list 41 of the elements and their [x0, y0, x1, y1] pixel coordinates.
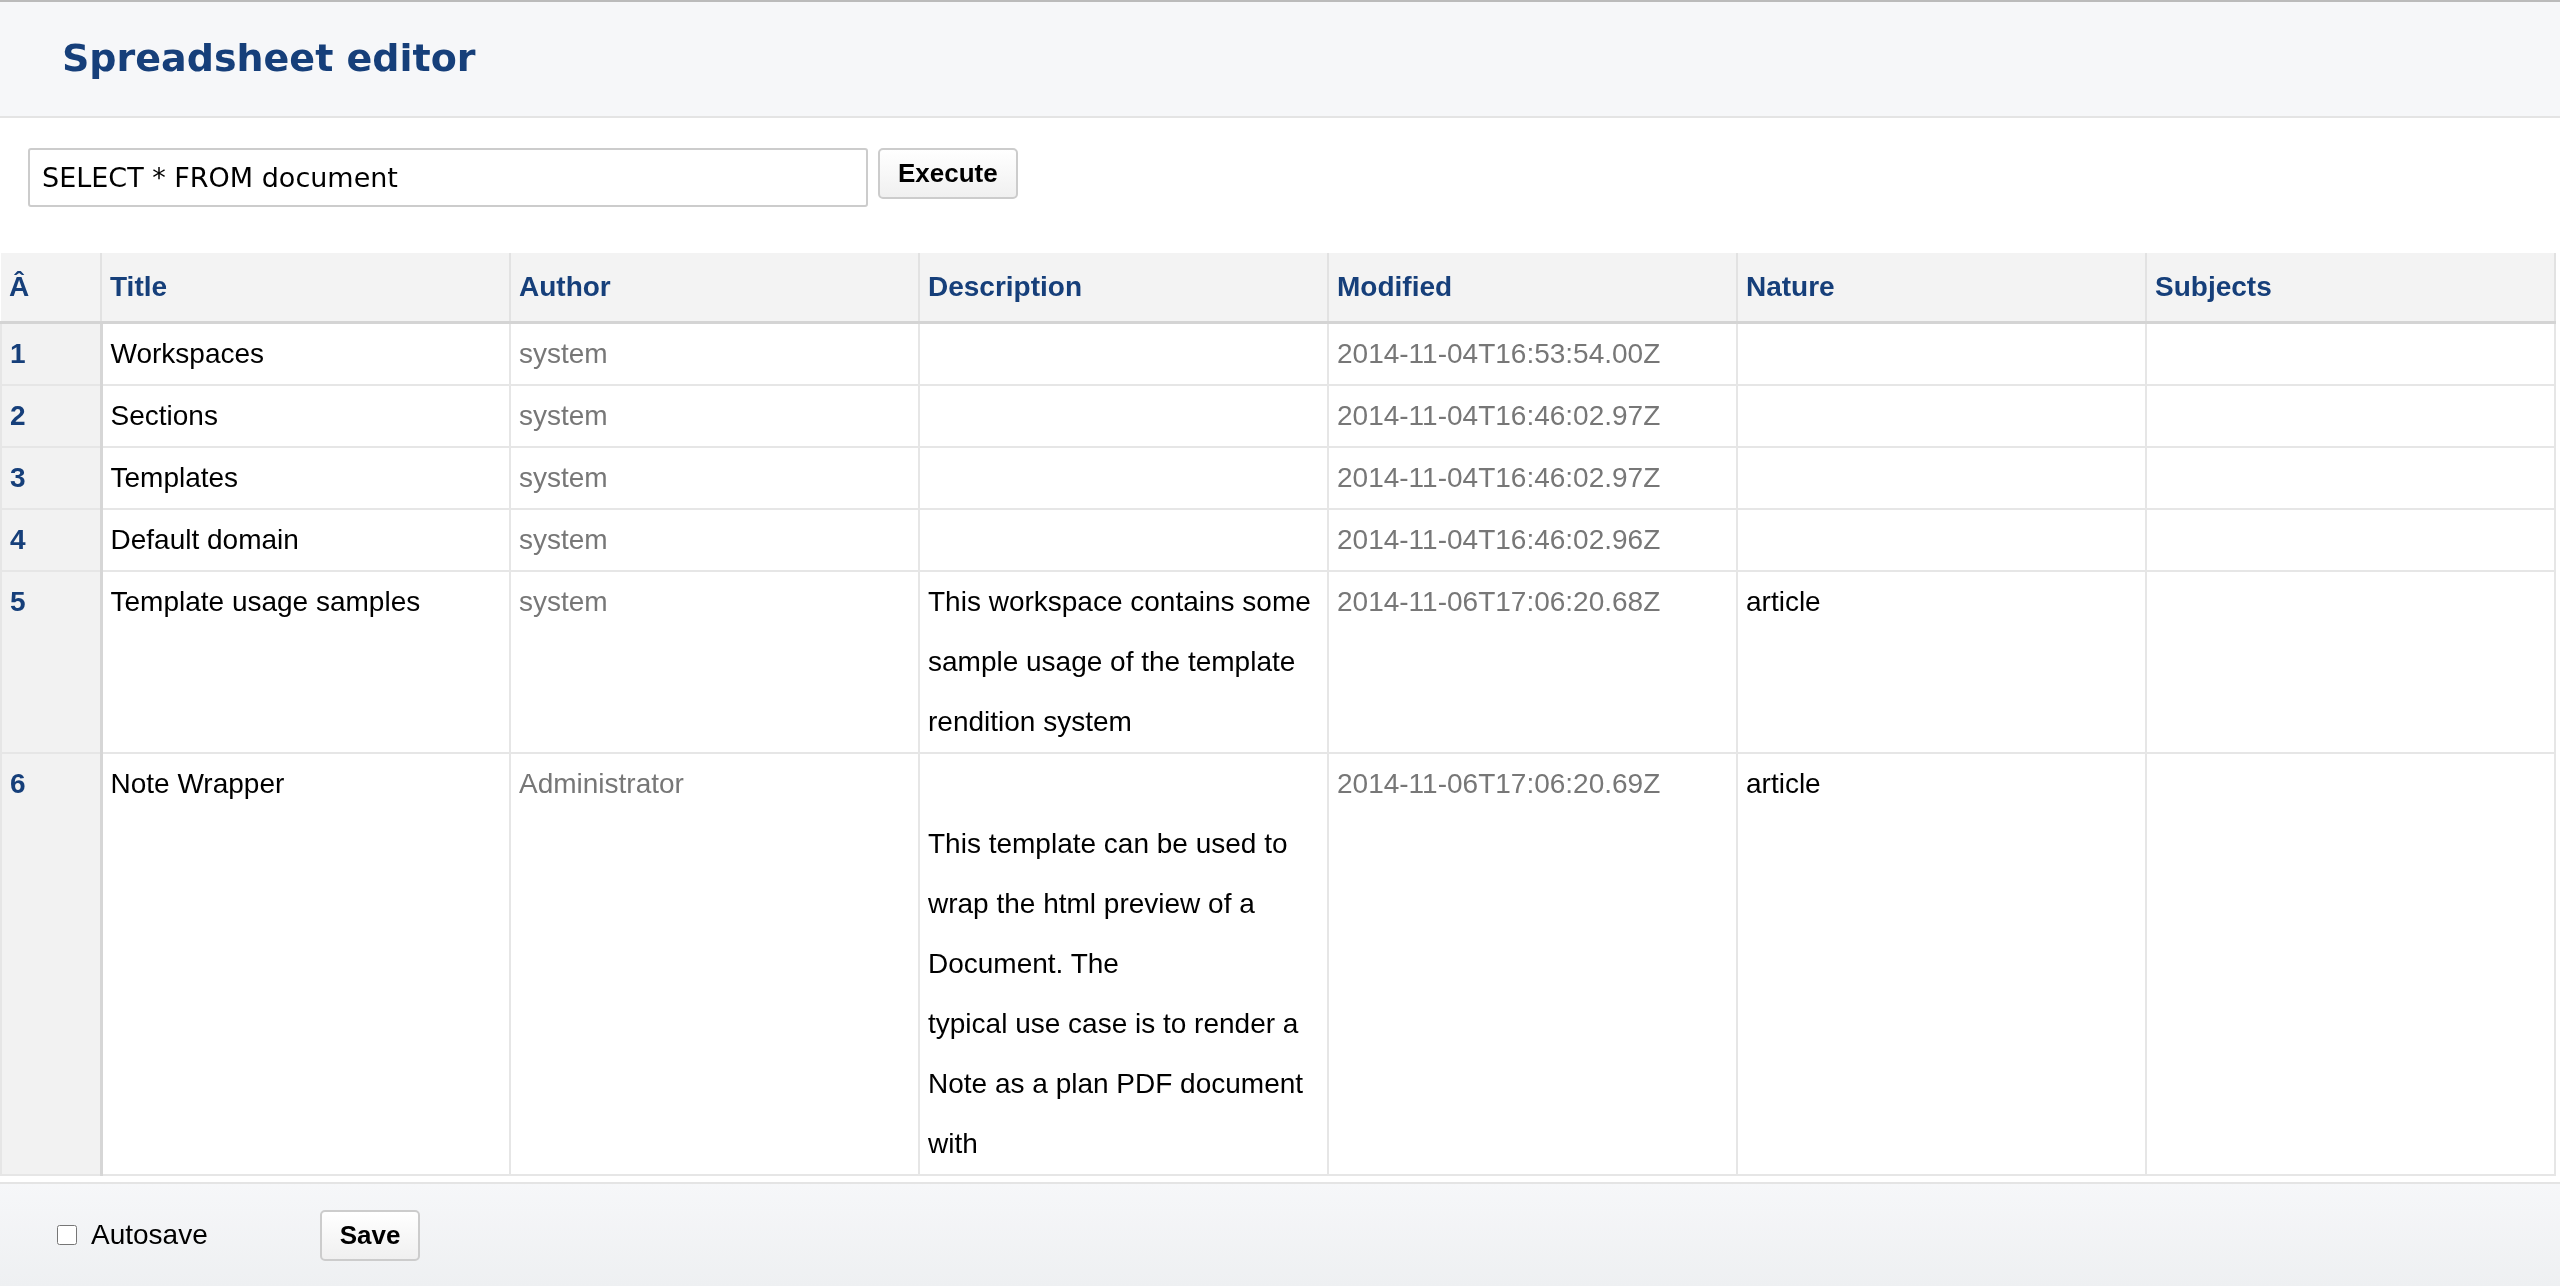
table-cell: system [510, 322, 919, 385]
column-header[interactable]: Author [510, 253, 919, 322]
page-title: Spreadsheet editor [62, 36, 476, 82]
column-header[interactable]: Title [101, 253, 510, 322]
table-cell: 2014-11-04T16:46:02.97Z [1328, 446, 1737, 509]
row-number: 2 [1, 384, 101, 447]
table-cell: Default domain [101, 508, 510, 571]
table-cell: 2014-11-06T17:06:20.69Z [1328, 752, 1737, 1175]
table-cell: This workspace contains some sample usage of the template rendition system [919, 570, 1328, 753]
autosave-checkbox[interactable] [57, 1225, 77, 1245]
table-cell: 2014-11-04T16:46:02.97Z [1328, 384, 1737, 447]
table-cell: system [510, 384, 919, 447]
row-number: 6 [1, 752, 101, 1175]
row-number: 3 [1, 446, 101, 509]
table-cell: Note Wrapper [101, 752, 510, 1175]
table-cell: 2014-11-06T17:06:20.68Z [1328, 570, 1737, 753]
table-cell: Administrator [510, 752, 919, 1175]
table-cell: Template usage samples [101, 570, 510, 753]
column-header[interactable]: Description [919, 253, 1328, 322]
row-number: 4 [1, 508, 101, 571]
autosave-label: Autosave [91, 1218, 208, 1252]
table-cell: 2014-11-04T16:46:02.96Z [1328, 508, 1737, 571]
table-cell: Templates [101, 446, 510, 509]
column-header[interactable]: Â [1, 253, 101, 322]
table-cell: Workspaces [101, 322, 510, 385]
save-button[interactable]: Save [319, 1209, 421, 1261]
table-cell: article [1737, 752, 2146, 1175]
execute-button[interactable]: Execute [878, 148, 1018, 199]
table-cell: 2014-11-04T16:53:54.00Z [1328, 322, 1737, 385]
query-field[interactable]: SELECT * FROM document [28, 148, 868, 207]
column-header[interactable]: Subjects [2146, 253, 2555, 322]
table-cell: system [510, 446, 919, 509]
row-number: 5 [1, 570, 101, 753]
table-cell: system [510, 570, 919, 753]
column-header[interactable]: Nature [1737, 253, 2146, 322]
table-cell: This template can be used to wrap the html preview of a Document. The typical use case is to render a Note as a plan PDF document with [919, 752, 1328, 1175]
table-cell: system [510, 508, 919, 571]
row-number: 1 [1, 322, 101, 385]
table-cell: Sections [101, 384, 510, 447]
column-header[interactable]: Modified [1328, 253, 1737, 322]
table-cell: article [1737, 570, 2146, 753]
